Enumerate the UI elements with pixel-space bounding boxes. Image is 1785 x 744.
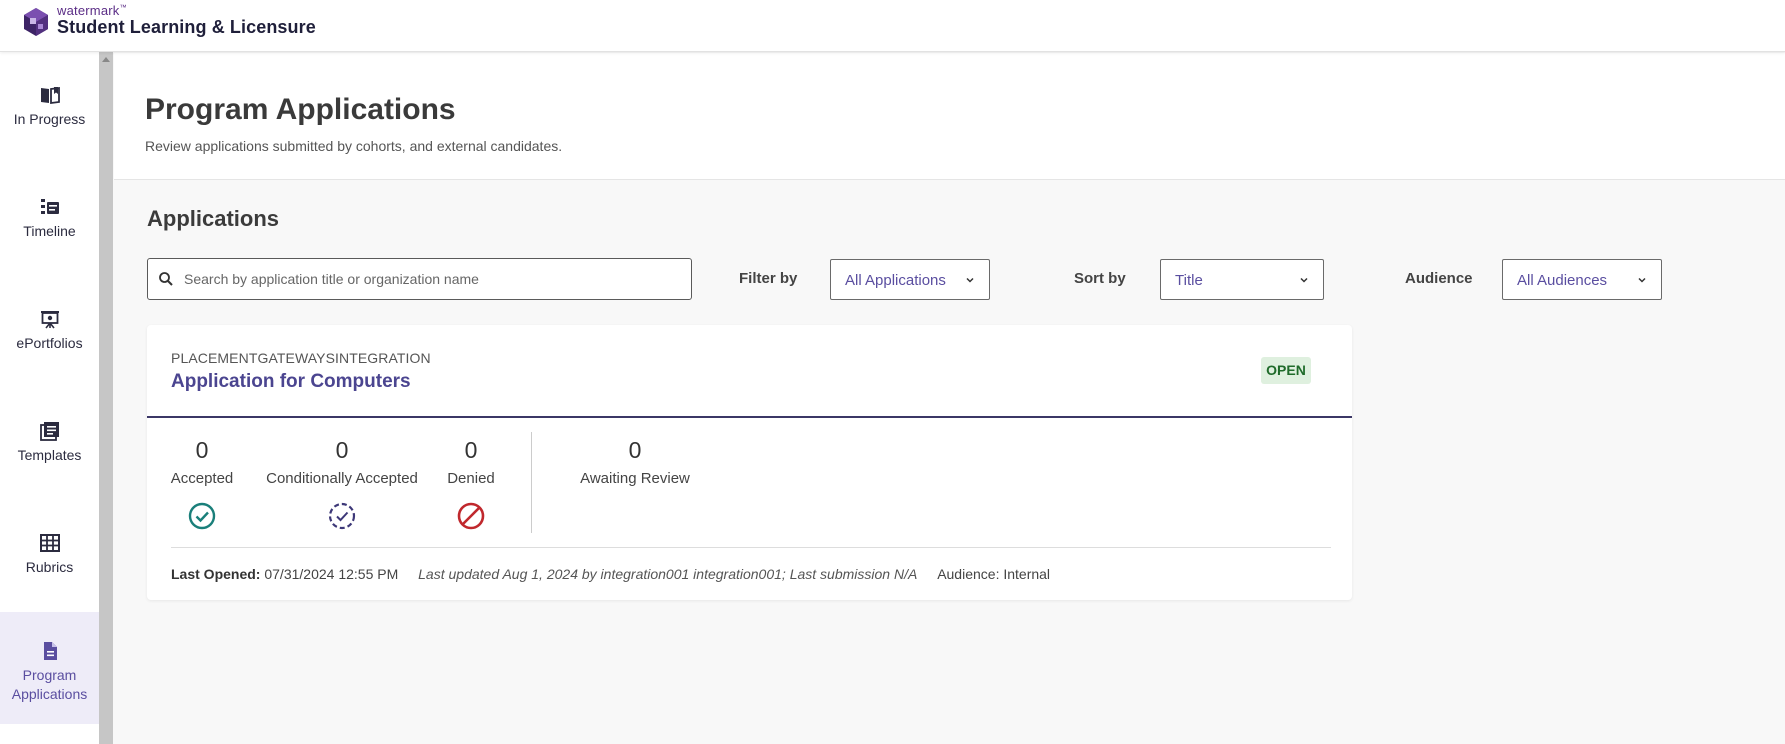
awaiting-review-stat: 0 Awaiting Review: [575, 436, 695, 487]
organization-name: PLACEMENTGATEWAYSINTEGRATION: [171, 350, 431, 366]
filter-value: All Applications: [845, 272, 946, 289]
denied-count: 0: [464, 437, 478, 463]
sort-value: Title: [1175, 272, 1203, 289]
scroll-up-arrow-icon[interactable]: [102, 57, 110, 62]
sidebar-item-label: Rubrics: [25, 559, 74, 575]
applications-heading: Applications: [147, 206, 280, 231]
page-header: Program Applications Review applications…: [114, 53, 1785, 180]
chevron-down-icon: [966, 277, 974, 283]
chevron-down-icon: [1300, 277, 1308, 283]
sidebar-item-in-progress[interactable]: In Progress: [0, 84, 99, 196]
search-input[interactable]: [176, 259, 681, 299]
brand-name: Student Learning & Licensure: [57, 17, 316, 37]
sidebar-item-label: In Progress: [13, 111, 86, 127]
audience-label: Audience: [1405, 270, 1473, 287]
conditionally-accepted-count: 0: [335, 437, 349, 463]
templates-icon: [39, 422, 59, 441]
presentation-icon: [40, 311, 59, 329]
check-circle-icon: [188, 502, 216, 530]
search-icon: [159, 272, 173, 286]
audience-text: Audience: Internal: [937, 566, 1051, 582]
awaiting-review-count: 0: [628, 437, 642, 463]
accepted-label: Accepted: [170, 470, 234, 487]
card-divider: [147, 416, 1352, 418]
sort-select[interactable]: Title: [1160, 259, 1324, 300]
stats-divider: [531, 432, 532, 533]
status-badge: OPEN: [1261, 357, 1311, 384]
audience-select[interactable]: All Audiences: [1502, 259, 1662, 300]
sidebar-item-program-applications[interactable]: Program Applications: [0, 612, 99, 724]
dashed-check-circle-icon: [328, 502, 356, 530]
last-updated-text: Last updated Aug 1, 2024 by integration0…: [418, 566, 918, 582]
conditionally-accepted-stat: 0 Conditionally Accepted: [262, 436, 422, 531]
sidebar-item-label: ePortfolios: [16, 335, 83, 351]
conditionally-accepted-label: Conditionally Accepted: [266, 470, 418, 487]
card-footer: Last Opened: 07/31/2024 12:55 PM Last up…: [171, 566, 1050, 582]
denied-stat: 0 Denied: [441, 436, 501, 531]
chevron-down-icon: [1638, 277, 1646, 283]
grid-icon: [39, 534, 60, 552]
filter-select[interactable]: All Applications: [830, 259, 990, 300]
prohibited-icon: [457, 502, 485, 530]
denied-label: Denied: [447, 470, 495, 487]
sidebar-scrollbar[interactable]: [99, 52, 113, 744]
search-field[interactable]: [147, 258, 692, 300]
page-title: Program Applications: [145, 93, 456, 126]
sort-label: Sort by: [1074, 270, 1126, 287]
book-icon: [40, 86, 60, 105]
sidebar-item-eportfolios[interactable]: ePortfolios: [0, 308, 99, 420]
accepted-count: 0: [195, 437, 209, 463]
brand-small-text: watermark™: [57, 3, 127, 18]
app-header: watermark™ Student Learning & Licensure: [0, 0, 1785, 52]
footer-divider: [171, 547, 1331, 548]
watermark-logo-icon[interactable]: [22, 6, 50, 38]
sidebar-item-label: Timeline: [23, 223, 76, 239]
application-title-link[interactable]: Application for Computers: [171, 371, 411, 393]
sidebar-nav: In Progress Timeline ePortfolios Templat…: [0, 52, 99, 744]
last-opened-label: Last Opened:: [171, 566, 261, 582]
sidebar-item-timeline[interactable]: Timeline: [0, 196, 99, 308]
application-card: PLACEMENTGATEWAYSINTEGRATION Application…: [147, 325, 1352, 600]
page-subtitle: Review applications submitted by cohorts…: [145, 138, 563, 154]
awaiting-review-label: Awaiting Review: [580, 470, 690, 487]
last-opened-value: 07/31/2024 12:55 PM: [264, 566, 399, 582]
sidebar-item-label: Templates: [17, 447, 82, 463]
audience-value: All Audiences: [1517, 272, 1608, 289]
sidebar-item-templates[interactable]: Templates: [0, 420, 99, 532]
timeline-icon: [40, 199, 59, 214]
filter-label: Filter by: [739, 270, 798, 287]
sidebar-item-label: Program Applications: [11, 667, 88, 702]
document-icon: [43, 642, 57, 660]
accepted-stat: 0 Accepted: [167, 436, 237, 531]
